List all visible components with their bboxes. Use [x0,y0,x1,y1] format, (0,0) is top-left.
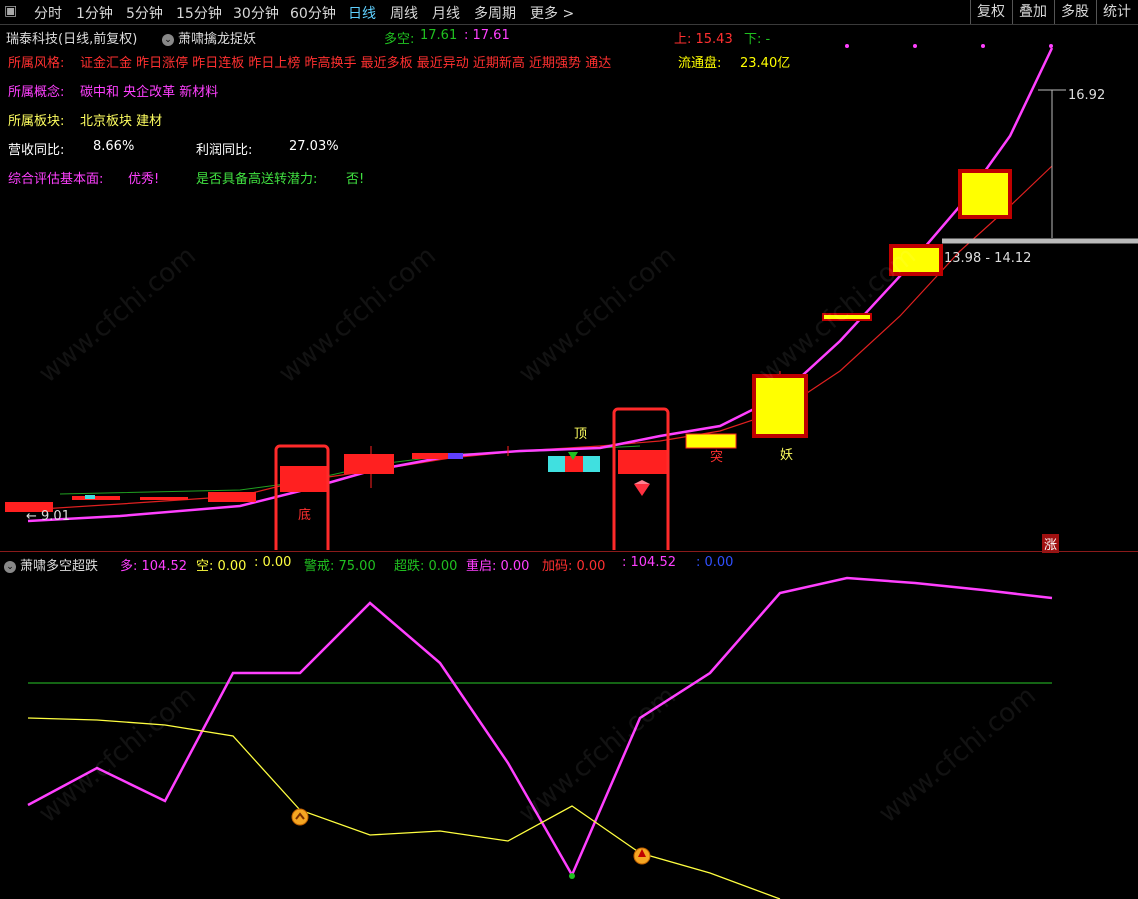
chevron-down-icon[interactable]: ⌄ [4,560,16,573]
duo-line [27,576,1053,878]
candles [5,169,1012,512]
range-label: 13.98 - 14.12 [944,251,1032,266]
low-price-label: ← 9.01 [26,509,70,524]
high-price-label: 16.92 [1068,88,1106,103]
tab-5min[interactable]: 5分钟 [126,3,163,23]
chevron-down-icon[interactable]: ⌄ [162,33,174,46]
restart-value: 重启: 0.00 [466,559,530,574]
down-value: 下: - [744,32,771,47]
eval-value: 优秀! [128,172,160,187]
concept-label: 所属概念: [8,85,65,100]
overlay-button[interactable]: 叠加 [1012,0,1053,24]
highlight-box-2 [612,407,670,550]
jiama-value: 加码: 0.00 [542,559,606,574]
concept-value: 碳中和 央企改革 新材料 [80,85,219,100]
buy-signal-icon-1 [291,808,309,826]
style-value: 证金汇金 昨日涨停 昨日连板 昨日上榜 昨高换手 最近多板 最近异动 近期新高 … [80,56,612,71]
demon-tag: 妖 [780,448,794,463]
extra2-value: : 0.00 [696,555,734,570]
trend-line-magenta [27,47,1054,523]
profit-label: 利润同比: [196,143,253,158]
indicator-header[interactable]: ⌄ 萧啸擒龙捉妖 [162,28,256,47]
duokong-label: 多空: [384,32,415,47]
oscillator-chart [27,576,1053,899]
up-value: 上: 15.43 [674,32,733,47]
tab-60min[interactable]: 60分钟 [290,3,336,23]
panel-divider [0,551,1138,552]
tab-fenshi[interactable]: 分时 [34,3,62,23]
low-price-value: 9.01 [41,509,70,524]
top-tag: 顶 [574,427,588,442]
indicator-name: 萧啸擒龙捉妖 [178,32,257,47]
profit-value: 27.03% [289,139,339,154]
tab-30min[interactable]: 30分钟 [233,3,279,23]
sub-indicator-panel[interactable]: ⌄ 萧啸多空超跌 多: 104.52 空: 0.00 : 0.00 警戒: 75.… [0,553,1138,899]
kong-line [27,717,781,899]
duokong-value1: 17.61 [420,28,458,43]
low-dot [569,873,575,879]
extra1-value: : 104.52 [622,555,676,570]
tab-daily[interactable]: 日线 [348,3,376,23]
multi-stock-button[interactable]: 多股 [1054,0,1095,24]
kong-value: 空: 0.00 [196,559,247,574]
revenue-value: 8.66% [93,139,135,154]
duo-value: 多: 104.52 [120,559,187,574]
kong2-value: : 0.00 [254,555,292,570]
ma-line-red [9,165,1053,512]
toggle-icon[interactable]: ▣ [4,3,17,19]
tab-15min[interactable]: 15分钟 [176,3,222,23]
tab-weekly[interactable]: 周线 [390,3,418,23]
statistics-button[interactable]: 统计 [1096,0,1137,24]
tab-1min[interactable]: 1分钟 [76,3,113,23]
period-toolbar: ▣ 分时 1分钟 5分钟 15分钟 30分钟 60分钟 日线 周线 月线 多周期… [0,0,1138,25]
highlight-box-1 [274,444,330,550]
main-chart-panel[interactable]: 瑞泰科技(日线,前复权) ⌄ 萧啸擒龙捉妖 多空: 17.61 : 17.61 上… [0,26,1138,553]
tab-monthly[interactable]: 月线 [432,3,460,23]
transfer-value: 否! [346,172,365,187]
sector-value: 北京板块 建材 [80,114,163,129]
warn-value: 警戒: 75.00 [304,559,376,574]
eval-label: 综合评估基本面: [8,172,104,187]
sub-indicator-header[interactable]: ⌄ 萧啸多空超跌 [4,555,98,574]
float-value: 23.40亿 [740,56,791,71]
candlestick-chart [5,44,1138,550]
bottom-tag: 底 [298,508,312,523]
break-tag: 突 [710,450,724,465]
signal-dots [845,44,1053,48]
float-label: 流通盘: [678,56,722,71]
stock-title: 瑞泰科技(日线,前复权) [6,32,138,47]
restore-rights-button[interactable]: 复权 [970,0,1011,24]
transfer-label: 是否具备高送转潜力: [196,172,318,187]
sector-label: 所属板块: [8,114,65,129]
style-label: 所属风格: [8,56,65,71]
sub-indicator-name: 萧啸多空超跌 [20,559,99,574]
revenue-label: 营收同比: [8,143,65,158]
chaodie-value: 超跌: 0.00 [394,559,458,574]
duokong-value2: : 17.61 [464,28,510,43]
tab-multi-period[interactable]: 多周期 [474,3,516,23]
diamond-icon [634,484,650,496]
tab-more[interactable]: 更多 > [530,3,574,23]
